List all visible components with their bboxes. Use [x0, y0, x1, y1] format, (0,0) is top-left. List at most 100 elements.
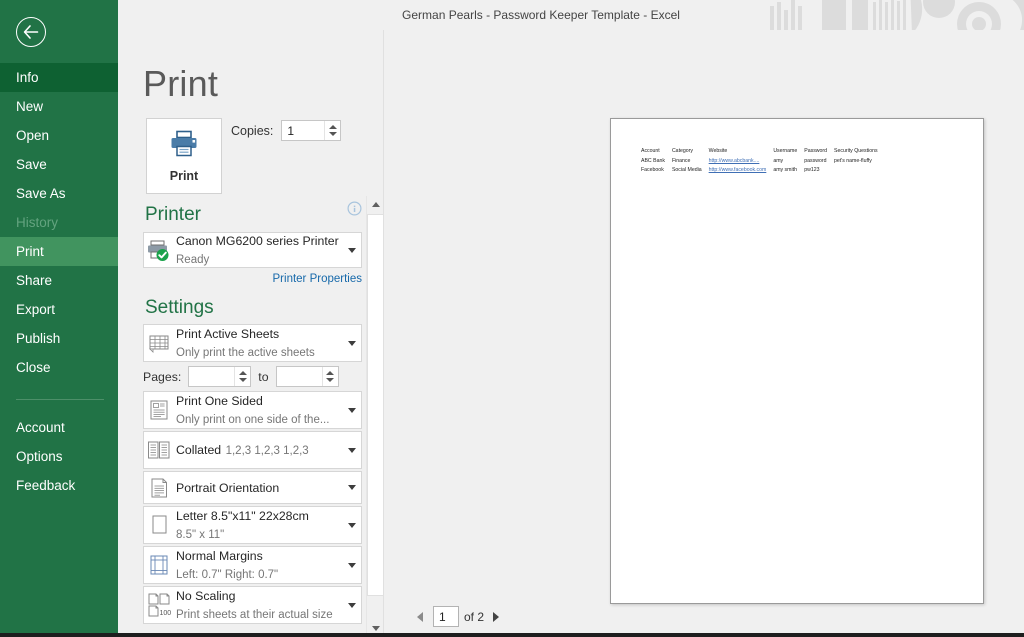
spinner-down-icon[interactable]: [238, 378, 247, 382]
title-bar: German Pearls - Password Keeper Template…: [118, 0, 1024, 30]
sidebar-item-print[interactable]: Print: [0, 237, 118, 266]
setting-paper-size[interactable]: Letter 8.5"x11" 22x28cm 8.5" x 11": [143, 506, 362, 544]
spinner-down-icon[interactable]: [328, 132, 337, 136]
previous-page-icon[interactable]: [412, 607, 428, 627]
sidebar-item-save[interactable]: Save: [0, 150, 118, 179]
chevron-down-icon[interactable]: [343, 602, 361, 608]
paper-size-icon: [144, 513, 174, 537]
pages-to-arrows: [321, 367, 338, 386]
setting-paper-size-text: Letter 8.5"x11" 22x28cm 8.5" x 11": [174, 507, 343, 543]
sidebar-item-feedback[interactable]: Feedback: [0, 471, 118, 500]
settings-section-title: Settings: [145, 297, 214, 318]
svg-text:100: 100: [160, 610, 172, 617]
setting-sides[interactable]: Print One Sided Only print on one side o…: [143, 391, 362, 429]
cell-username: amy smith: [773, 167, 797, 174]
spinner-down-icon[interactable]: [326, 378, 335, 382]
sidebar-item-label: Export: [16, 302, 56, 317]
setting-print-what-text: Print Active Sheets Only print the activ…: [174, 325, 343, 361]
printer-section-title: Printer: [145, 204, 201, 225]
scroll-up-icon[interactable]: [367, 196, 384, 213]
sidebar-item-open[interactable]: Open: [0, 121, 118, 150]
pages-label: Pages:: [143, 369, 182, 384]
chevron-down-icon[interactable]: [343, 340, 361, 346]
sidebar-item-label: Feedback: [16, 478, 76, 493]
page-number-input[interactable]: 1: [433, 606, 459, 627]
preview-sheet-table: Account Category Website Username Passwo…: [641, 147, 885, 176]
sidebar-item-save-as[interactable]: Save As: [0, 179, 118, 208]
printer-select[interactable]: Canon MG6200 series Printer Ready: [143, 232, 362, 268]
chevron-down-icon[interactable]: [343, 522, 361, 528]
sidebar-item-label: Close: [16, 360, 51, 375]
setting-sub-label: Left: 0.7" Right: 0.7": [176, 569, 279, 581]
chevron-down-icon[interactable]: [343, 447, 361, 453]
cell-account: Facebook: [641, 167, 664, 174]
printer-name: Canon MG6200 series Printer: [176, 234, 339, 248]
setting-margins[interactable]: Normal Margins Left: 0.7" Right: 0.7": [143, 546, 362, 584]
cell-password: password: [804, 157, 827, 164]
page-number-value: 1: [439, 609, 446, 624]
sidebar-item-close[interactable]: Close: [0, 353, 118, 382]
setting-scaling-text: No Scaling Print sheets at their actual …: [174, 587, 343, 623]
chevron-down-icon[interactable]: [343, 485, 361, 490]
column-header: Password: [804, 148, 828, 154]
sidebar-item-label: Open: [16, 128, 50, 143]
setting-orientation[interactable]: Portrait Orientation: [143, 471, 362, 504]
spinner-up-icon[interactable]: [326, 371, 335, 375]
sheets-icon: [144, 332, 174, 354]
sidebar-item-label: Account: [16, 420, 65, 435]
scrollbar-thumb[interactable]: [367, 214, 384, 596]
pages-to-spinner[interactable]: [275, 366, 339, 387]
sidebar-item-label: Info: [16, 70, 39, 85]
sidebar-divider: [16, 399, 104, 400]
setting-collation[interactable]: Collated 1,2,3 1,2,3 1,2,3: [143, 431, 362, 469]
sidebar-item-options[interactable]: Options: [0, 442, 118, 471]
collated-icon: [144, 439, 174, 461]
margins-icon: [144, 553, 174, 577]
sidebar-item-export[interactable]: Export: [0, 295, 118, 324]
pages-from-spinner[interactable]: [188, 366, 252, 387]
copies-spinner[interactable]: 1: [281, 120, 342, 141]
setting-scaling[interactable]: 100 No Scaling Print sheets at their act…: [143, 586, 362, 624]
sidebar-item-label: History: [16, 215, 59, 230]
chevron-down-icon[interactable]: [343, 562, 361, 568]
cell-account: ABC Bank: [641, 157, 665, 164]
printer-properties-link[interactable]: Printer Properties: [143, 273, 362, 285]
print-button[interactable]: Print: [146, 118, 222, 194]
setting-main-label: Print One Sided: [176, 394, 263, 408]
cell-website: http://www.facebook.com: [708, 167, 767, 174]
column-header: Category: [671, 148, 693, 154]
sidebar-item-label: Options: [16, 449, 63, 464]
sidebar-item-new[interactable]: New: [0, 92, 118, 121]
print-button-label: Print: [169, 168, 199, 183]
page-title: Print: [143, 63, 219, 104]
setting-main-label: Normal Margins: [176, 549, 263, 563]
next-page-icon[interactable]: [488, 607, 504, 627]
window-title: German Pearls - Password Keeper Template…: [402, 8, 680, 22]
page-count-label: of 2: [464, 609, 485, 624]
cell-security: [834, 166, 885, 176]
sidebar-item-label: Save As: [16, 186, 66, 201]
sidebar-item-publish[interactable]: Publish: [0, 324, 118, 353]
spinner-up-icon[interactable]: [238, 371, 247, 375]
setting-orientation-text: Portrait Orientation: [174, 479, 343, 497]
cell-category: Social Media: [671, 167, 702, 174]
chevron-down-icon[interactable]: [343, 407, 361, 413]
pages-range-control: Pages: to: [143, 366, 362, 387]
sidebar-item-label: New: [16, 99, 44, 114]
setting-print-what[interactable]: Print Active Sheets Only print the activ…: [143, 324, 362, 362]
setting-main-label: Collated: [176, 443, 222, 457]
spinner-up-icon[interactable]: [328, 125, 337, 129]
cell-website: http://www.abcbank....: [708, 157, 760, 164]
sidebar-item-account[interactable]: Account: [0, 413, 118, 442]
setting-sub-label: 1,2,3 1,2,3 1,2,3: [225, 445, 309, 457]
backstage-sidebar: Info New Open Save Save As History Print…: [0, 0, 118, 637]
sidebar-item-info[interactable]: Info: [0, 63, 118, 92]
chevron-down-icon[interactable]: [343, 247, 361, 253]
back-arrow-icon[interactable]: [16, 16, 46, 47]
excel-print-backstage: Info New Open Save Save As History Print…: [0, 0, 1024, 637]
printer-select-text: Canon MG6200 series Printer Ready: [174, 232, 343, 268]
copies-label: Copies:: [231, 123, 274, 138]
sidebar-item-share[interactable]: Share: [0, 266, 118, 295]
settings-scrollbar[interactable]: [366, 196, 384, 637]
table-header-row: Account Category Website Username Passwo…: [641, 147, 885, 157]
